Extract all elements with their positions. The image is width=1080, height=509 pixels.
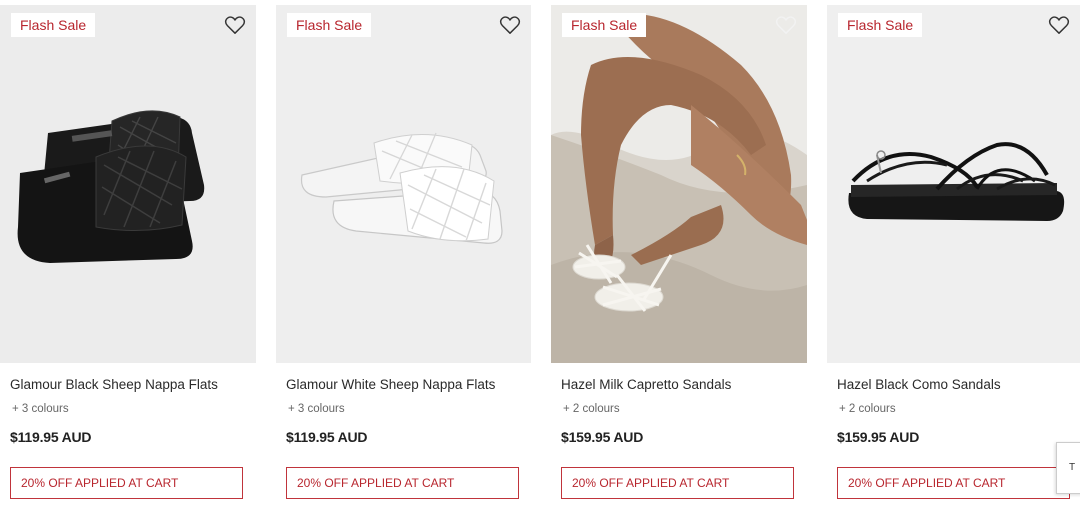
product-price: $119.95 AUD [10,429,92,445]
product-name[interactable]: Hazel Milk Capretto Sandals [561,377,731,392]
flash-sale-badge: Flash Sale [838,13,923,37]
product-image[interactable] [551,5,807,363]
colour-count[interactable]: + 3 colours [12,403,69,415]
product-image[interactable] [827,5,1080,363]
product-price: $159.95 AUD [837,429,920,445]
product-grid: Flash Sale Glamour Black Sheep Nappa Fla… [0,5,1080,509]
flash-sale-badge: Flash Sale [11,13,96,37]
colour-count[interactable]: + 3 colours [288,403,345,415]
product-name[interactable]: Glamour Black Sheep Nappa Flats [10,377,218,392]
heart-outline-icon[interactable] [775,15,797,35]
promo-banner: 20% OFF APPLIED AT CART [286,467,519,499]
product-card[interactable]: Flash Sale Glamour Black Sheep Nappa Fla… [0,5,256,509]
side-floating-tab[interactable]: T [1056,442,1080,494]
product-card[interactable]: Flash Sale Glamour White Sheep Nappa Fla… [276,5,531,509]
product-card[interactable]: Flash Sale Hazel Milk Capretto Sandals +… [551,5,807,509]
product-image[interactable] [276,5,531,363]
product-price: $119.95 AUD [286,429,368,445]
colour-count[interactable]: + 2 colours [563,403,620,415]
heart-outline-icon[interactable] [499,15,521,35]
colour-count[interactable]: + 2 colours [839,403,896,415]
product-name[interactable]: Glamour White Sheep Nappa Flats [286,377,495,392]
heart-outline-icon[interactable] [224,15,246,35]
promo-banner: 20% OFF APPLIED AT CART [10,467,243,499]
flash-sale-badge: Flash Sale [562,13,647,37]
product-card[interactable]: Flash Sale Hazel Black Como Sandals + 2 … [827,5,1080,509]
product-name[interactable]: Hazel Black Como Sandals [837,377,1001,392]
heart-outline-icon[interactable] [1048,15,1070,35]
promo-banner: 20% OFF APPLIED AT CART [561,467,794,499]
product-price: $159.95 AUD [561,429,644,445]
promo-banner: 20% OFF APPLIED AT CART [837,467,1070,499]
product-image[interactable] [0,5,256,363]
flash-sale-badge: Flash Sale [287,13,372,37]
